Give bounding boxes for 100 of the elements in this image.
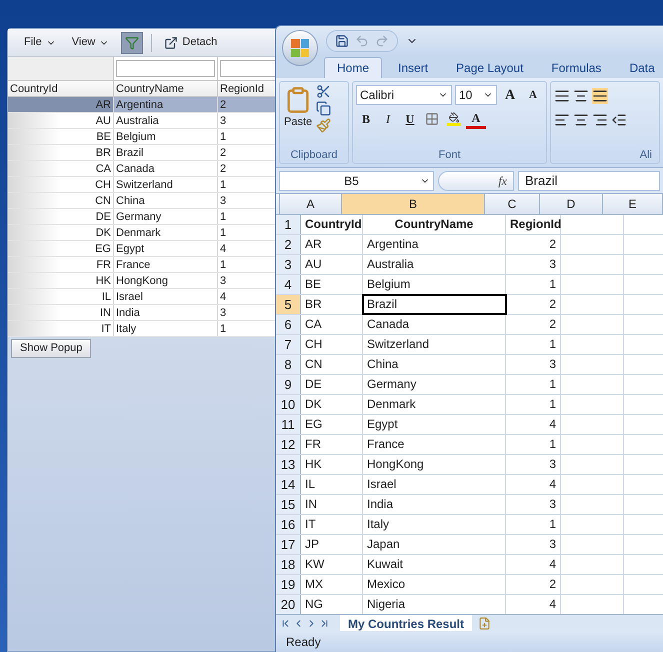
sheet-cell[interactable]: Italy — [363, 515, 506, 534]
sheet-cell[interactable]: Kuwait — [363, 555, 506, 574]
row-header[interactable]: 5 — [276, 295, 301, 314]
row-header[interactable]: 11 — [276, 415, 301, 434]
align-middle-icon[interactable] — [573, 88, 589, 104]
formula-field[interactable]: Brazil — [518, 170, 660, 190]
sheet-cell[interactable]: BR — [301, 295, 363, 314]
column-header[interactable]: CountryId — [8, 81, 114, 96]
row-header[interactable]: 8 — [276, 355, 301, 374]
sheet-cell[interactable]: KW — [301, 555, 363, 574]
sheet-cell[interactable]: AR — [301, 235, 363, 254]
row-header[interactable]: 12 — [276, 435, 301, 454]
ribbon-tab[interactable]: Insert — [386, 57, 440, 78]
sheet-cell[interactable]: Mexico — [363, 575, 506, 594]
row-header[interactable]: 20 — [276, 595, 301, 614]
sheet-cell[interactable]: CH — [301, 335, 363, 354]
sheet-cell[interactable]: Egypt — [363, 415, 506, 434]
sheet-cell[interactable]: 1 — [506, 275, 561, 294]
sheet-cell[interactable]: Brazil — [363, 295, 506, 314]
sheet-cell[interactable]: India — [363, 495, 506, 514]
filter-input[interactable] — [220, 60, 277, 77]
sheet-cell[interactable]: 2 — [506, 295, 561, 314]
sheet-cell[interactable]: Japan — [363, 535, 506, 554]
sheet-cell[interactable]: 4 — [506, 415, 561, 434]
first-sheet-icon[interactable] — [280, 618, 291, 628]
sheet-cell[interactable]: 1 — [506, 335, 561, 354]
sheet-cell[interactable]: JP — [301, 535, 363, 554]
sheet-cell[interactable]: CN — [301, 355, 363, 374]
fx-button[interactable]: fx — [438, 170, 514, 190]
row-header[interactable]: 2 — [276, 235, 301, 254]
sheet-cell[interactable]: DE — [301, 375, 363, 394]
row-header[interactable]: 17 — [276, 535, 301, 554]
sheet-cell[interactable]: 4 — [506, 555, 561, 574]
row-header[interactable]: 13 — [276, 455, 301, 474]
filter-input[interactable] — [116, 60, 215, 77]
ribbon-tab[interactable]: Page Layout — [444, 57, 536, 78]
row-header[interactable]: 3 — [276, 255, 301, 274]
font-name-field[interactable]: Calibri — [356, 85, 452, 105]
insert-sheet-icon[interactable] — [478, 616, 492, 630]
sheet-cell[interactable]: HongKong — [363, 455, 506, 474]
sheet-cell[interactable]: 3 — [506, 495, 561, 514]
row-header[interactable]: 9 — [276, 375, 301, 394]
paste-button[interactable]: Paste — [280, 82, 316, 146]
row-header[interactable]: 19 — [276, 575, 301, 594]
name-box[interactable]: B5 — [279, 170, 434, 190]
font-color-button[interactable]: A — [466, 109, 486, 129]
sheet-cell[interactable]: China — [363, 355, 506, 374]
row-header[interactable]: 14 — [276, 475, 301, 494]
last-sheet-icon[interactable] — [319, 618, 330, 628]
sheet-tab[interactable]: My Countries Result — [340, 615, 472, 631]
copy-icon[interactable] — [316, 101, 332, 116]
sheet-cell[interactable]: 2 — [506, 235, 561, 254]
column-header[interactable]: CountryName — [114, 81, 218, 96]
row-header[interactable]: 15 — [276, 495, 301, 514]
sheet-cell[interactable]: 1 — [506, 515, 561, 534]
sheet-cell[interactable]: IL — [301, 475, 363, 494]
cut-icon[interactable] — [316, 84, 332, 99]
sheet-cell[interactable]: 3 — [506, 535, 561, 554]
sheet-cell[interactable]: 2 — [506, 315, 561, 334]
sheet-cell[interactable]: 1 — [506, 435, 561, 454]
menu-button[interactable]: View — [68, 34, 114, 51]
sheet-cell[interactable]: CA — [301, 315, 363, 334]
column-header[interactable]: E — [603, 194, 663, 214]
sheet-cell[interactable]: 3 — [506, 255, 561, 274]
indent-icon[interactable] — [611, 112, 627, 128]
sheet-cell[interactable]: France — [363, 435, 506, 454]
row-header[interactable]: 16 — [276, 515, 301, 534]
sheet-cell[interactable]: DK — [301, 395, 363, 414]
show-popup-button[interactable]: Show Popup — [11, 339, 92, 358]
ribbon-tab[interactable]: Data — [617, 57, 663, 78]
sheet-cell[interactable]: AU — [301, 255, 363, 274]
align-center-icon[interactable] — [573, 112, 589, 128]
sheet-cell[interactable]: Canada — [363, 315, 506, 334]
sheet-cell[interactable]: 1 — [506, 395, 561, 414]
detach-button[interactable]: Detach — [160, 34, 222, 51]
row-header[interactable]: 10 — [276, 395, 301, 414]
bold-button[interactable]: B — [356, 109, 376, 129]
align-bottom-icon[interactable] — [592, 88, 608, 104]
sheet-cell[interactable]: 1 — [506, 375, 561, 394]
row-header[interactable]: 1 — [276, 215, 301, 234]
office-button[interactable] — [282, 30, 318, 66]
underline-button[interactable]: U — [400, 109, 420, 129]
sheet-cell[interactable]: FR — [301, 435, 363, 454]
column-header[interactable]: B — [342, 194, 485, 214]
column-header[interactable]: C — [485, 194, 540, 214]
sheet-cell[interactable]: Denmark — [363, 395, 506, 414]
align-top-icon[interactable] — [554, 88, 570, 104]
row-header[interactable]: 7 — [276, 335, 301, 354]
ribbon-tab[interactable]: Home — [324, 57, 382, 78]
sheet-cell[interactable]: Israel — [363, 475, 506, 494]
sheet-cell[interactable]: Belgium — [363, 275, 506, 294]
row-header[interactable]: 4 — [276, 275, 301, 294]
sheet-cell[interactable]: Germany — [363, 375, 506, 394]
sheet-cell[interactable]: MX — [301, 575, 363, 594]
save-icon[interactable] — [335, 34, 349, 48]
sheet-cell[interactable]: CountryName — [363, 215, 506, 234]
italic-button[interactable]: I — [378, 109, 398, 129]
sheet-cell[interactable]: CountryId — [301, 215, 363, 234]
shrink-font-button[interactable]: A — [523, 85, 543, 105]
column-header[interactable]: D — [540, 194, 603, 214]
